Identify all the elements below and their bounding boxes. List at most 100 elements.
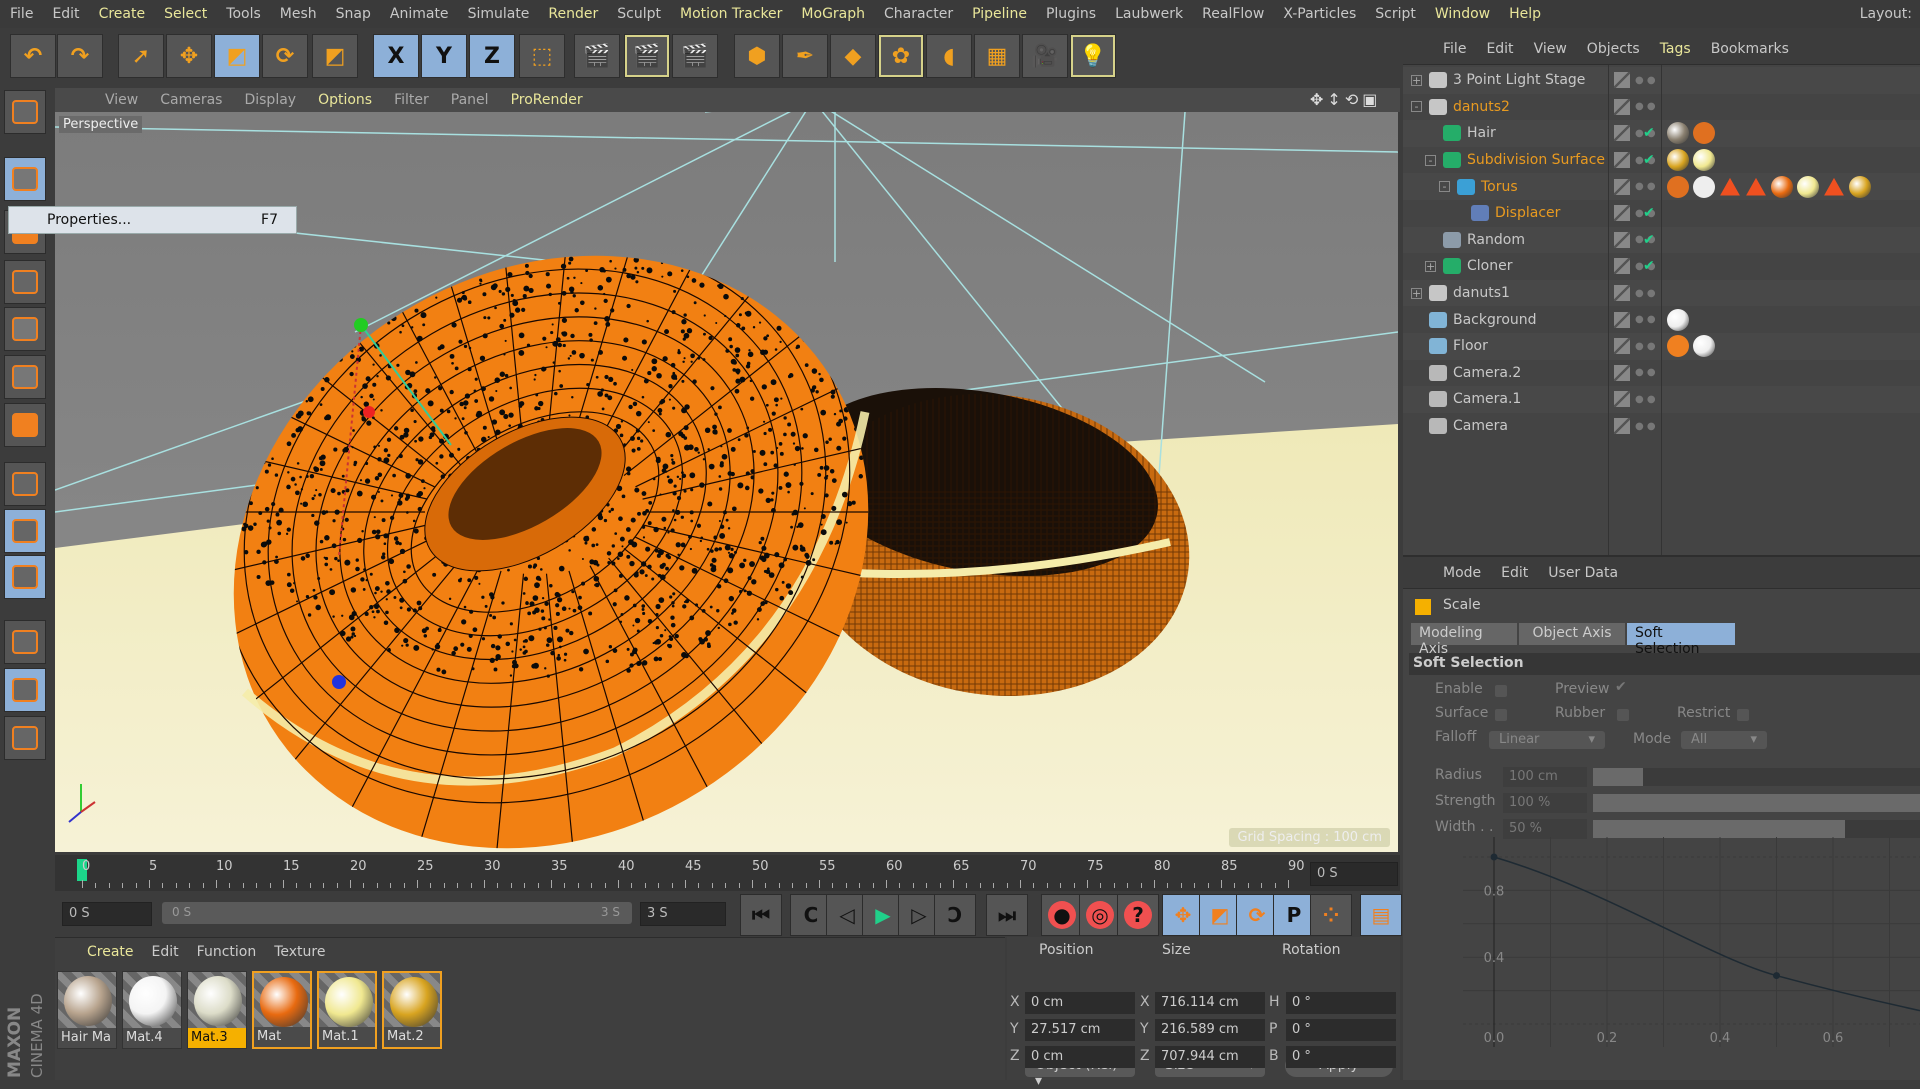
points-mode-button[interactable] — [4, 307, 46, 351]
viewport-menu-prorender[interactable]: ProRender — [511, 92, 583, 108]
dolly-icon[interactable]: ↕ — [1327, 90, 1344, 109]
enabled-check-icon[interactable]: ✔ — [1643, 258, 1655, 274]
material-tag-white-icon[interactable] — [1667, 308, 1689, 331]
width-slider-fill[interactable] — [1593, 820, 1845, 838]
layer-visibility-icon[interactable] — [1614, 152, 1630, 169]
viewport-menu-cameras[interactable]: Cameras — [160, 92, 222, 108]
tweak-mode-button[interactable] — [4, 509, 46, 553]
rotation-b-field[interactable]: 0 ° — [1286, 1046, 1396, 1068]
floor-button[interactable]: ▦ — [974, 34, 1020, 78]
cloner-button[interactable]: ✿ — [878, 34, 924, 78]
menu-pipeline[interactable]: Pipeline — [972, 6, 1027, 22]
viewport-menu-options[interactable]: Options — [318, 92, 372, 108]
tab-modeling-axis[interactable]: Modeling Axis — [1411, 623, 1517, 657]
move-button[interactable]: ✥ — [166, 34, 212, 78]
layer-visibility-icon[interactable] — [1614, 364, 1630, 381]
z-axis-lock-button[interactable]: Z — [469, 34, 515, 78]
object-name[interactable]: Subdivision Surface — [1467, 152, 1605, 168]
vertex-tag-icon[interactable] — [1693, 122, 1715, 145]
editor-render-visibility-icon[interactable]: ● ● — [1635, 102, 1656, 112]
tab-object-axis[interactable]: Object Axis — [1519, 623, 1625, 645]
y-axis-lock-button[interactable]: Y — [421, 34, 467, 78]
solo-mode-button[interactable] — [4, 555, 46, 599]
timeline-ruler[interactable]: 0 5 10 15 20 25 30 35 40 45 50 55 60 65 70 75 80 85 90 — [55, 855, 1400, 891]
material-mat[interactable]: Mat — [252, 971, 312, 1049]
live-selection-button[interactable]: ➚ — [118, 34, 164, 78]
layer-visibility-icon[interactable] — [1614, 338, 1630, 355]
object-name[interactable]: Floor — [1453, 338, 1488, 354]
material-mat-1[interactable]: Mat.1 — [317, 971, 377, 1049]
strength-slider-fill[interactable] — [1593, 794, 1920, 812]
object-menu-edit[interactable]: Edit — [1486, 41, 1513, 57]
key-point-level-button[interactable]: ⁘ — [1310, 894, 1352, 936]
material-tag-gold-icon[interactable] — [1667, 149, 1689, 172]
object-name[interactable]: Camera.1 — [1453, 391, 1521, 407]
expand-icon[interactable]: + — [1411, 287, 1422, 299]
preview-checkbox[interactable]: ✔ — [1615, 679, 1627, 695]
editor-render-visibility-icon[interactable]: ● ● — [1635, 421, 1656, 431]
position-x-field[interactable]: 0 cm — [1025, 992, 1135, 1014]
layer-visibility-icon[interactable] — [1614, 205, 1630, 222]
attr-menu-mode[interactable]: Mode — [1443, 565, 1481, 581]
material-mat-3[interactable]: Mat.3 — [187, 971, 247, 1049]
viewport-menu-panel[interactable]: Panel — [451, 92, 489, 108]
layer-visibility-icon[interactable] — [1614, 98, 1630, 115]
menu-realflow[interactable]: RealFlow — [1202, 6, 1264, 22]
enabled-check-icon[interactable]: ✔ — [1643, 232, 1655, 248]
rotation-h-field[interactable]: 0 ° — [1286, 992, 1396, 1014]
enable-checkbox[interactable] — [1495, 685, 1507, 697]
menu-mesh[interactable]: Mesh — [280, 6, 317, 22]
model-mode-button[interactable] — [4, 157, 46, 201]
strength-field[interactable]: 100 % — [1503, 793, 1587, 813]
timeline-window-icon[interactable]: ▤ — [1360, 894, 1402, 936]
menu-render[interactable]: Render — [548, 6, 598, 22]
attr-menu-edit[interactable]: Edit — [1501, 565, 1528, 581]
menu-file[interactable]: File — [10, 6, 33, 22]
hair-material-tag-icon[interactable] — [1667, 122, 1689, 145]
menu-plugins[interactable]: Plugins — [1046, 6, 1096, 22]
object-name[interactable]: Cloner — [1467, 258, 1512, 274]
pan-icon[interactable]: ✥ — [1310, 90, 1327, 109]
start-time-field[interactable]: 0 S — [62, 902, 152, 926]
object-menu-objects[interactable]: Objects — [1587, 41, 1640, 57]
rubber-checkbox[interactable] — [1617, 709, 1629, 721]
planar-workplane-button[interactable] — [4, 716, 46, 760]
object-name[interactable]: Camera — [1453, 418, 1508, 434]
menu-help[interactable]: Help — [1509, 6, 1541, 22]
material-tag-orange-icon[interactable] — [1771, 175, 1793, 198]
layer-visibility-icon[interactable] — [1614, 418, 1630, 435]
polygons-mode-button[interactable] — [4, 403, 46, 447]
make-editable-button[interactable] — [4, 90, 46, 134]
light-button[interactable]: 💡 — [1070, 34, 1116, 78]
menu-sculpt[interactable]: Sculpt — [617, 6, 661, 22]
mode-dropdown[interactable]: All ▾ — [1681, 731, 1767, 749]
size-z-field[interactable]: 707.944 cm — [1155, 1046, 1265, 1068]
menu-create[interactable]: Create — [99, 6, 146, 22]
size-x-field[interactable]: 716.114 cm — [1155, 992, 1265, 1014]
enabled-check-icon[interactable]: ✔ — [1643, 125, 1655, 141]
object-menu-view[interactable]: View — [1534, 41, 1567, 57]
menu-animate[interactable]: Animate — [390, 6, 449, 22]
material-tag-gold-icon[interactable] — [1849, 175, 1871, 198]
material-tag-white-icon[interactable] — [1693, 335, 1715, 358]
lock-workplane-button[interactable] — [4, 668, 46, 712]
material-mat-4[interactable]: Mat.4 — [122, 971, 182, 1049]
size-y-field[interactable]: 216.589 cm — [1155, 1019, 1265, 1041]
material-hair-ma[interactable]: Hair Ma — [57, 971, 117, 1049]
material-menu-function[interactable]: Function — [197, 944, 257, 960]
viewport-menu-filter[interactable]: Filter — [394, 92, 429, 108]
workplane-mode-button[interactable] — [4, 260, 46, 304]
maximize-view-icon[interactable]: ▣ — [1362, 90, 1381, 109]
go-to-end-button[interactable]: ⏭ — [986, 894, 1028, 936]
layer-visibility-icon[interactable] — [1614, 125, 1630, 142]
object-name[interactable]: 3 Point Light Stage — [1453, 72, 1585, 88]
next-key-button[interactable]: Ↄ — [934, 894, 976, 936]
editor-render-visibility-icon[interactable]: ● ● — [1635, 182, 1656, 192]
layer-visibility-icon[interactable] — [1614, 311, 1630, 328]
camera-button[interactable]: 🎥 — [1022, 34, 1068, 78]
expand-icon[interactable]: + — [1425, 260, 1436, 272]
position-z-field[interactable]: 0 cm — [1025, 1046, 1135, 1068]
editor-render-visibility-icon[interactable]: ● ● — [1635, 341, 1656, 351]
collapse-icon[interactable]: - — [1425, 154, 1436, 166]
scale-button[interactable]: ◩ — [214, 34, 260, 78]
